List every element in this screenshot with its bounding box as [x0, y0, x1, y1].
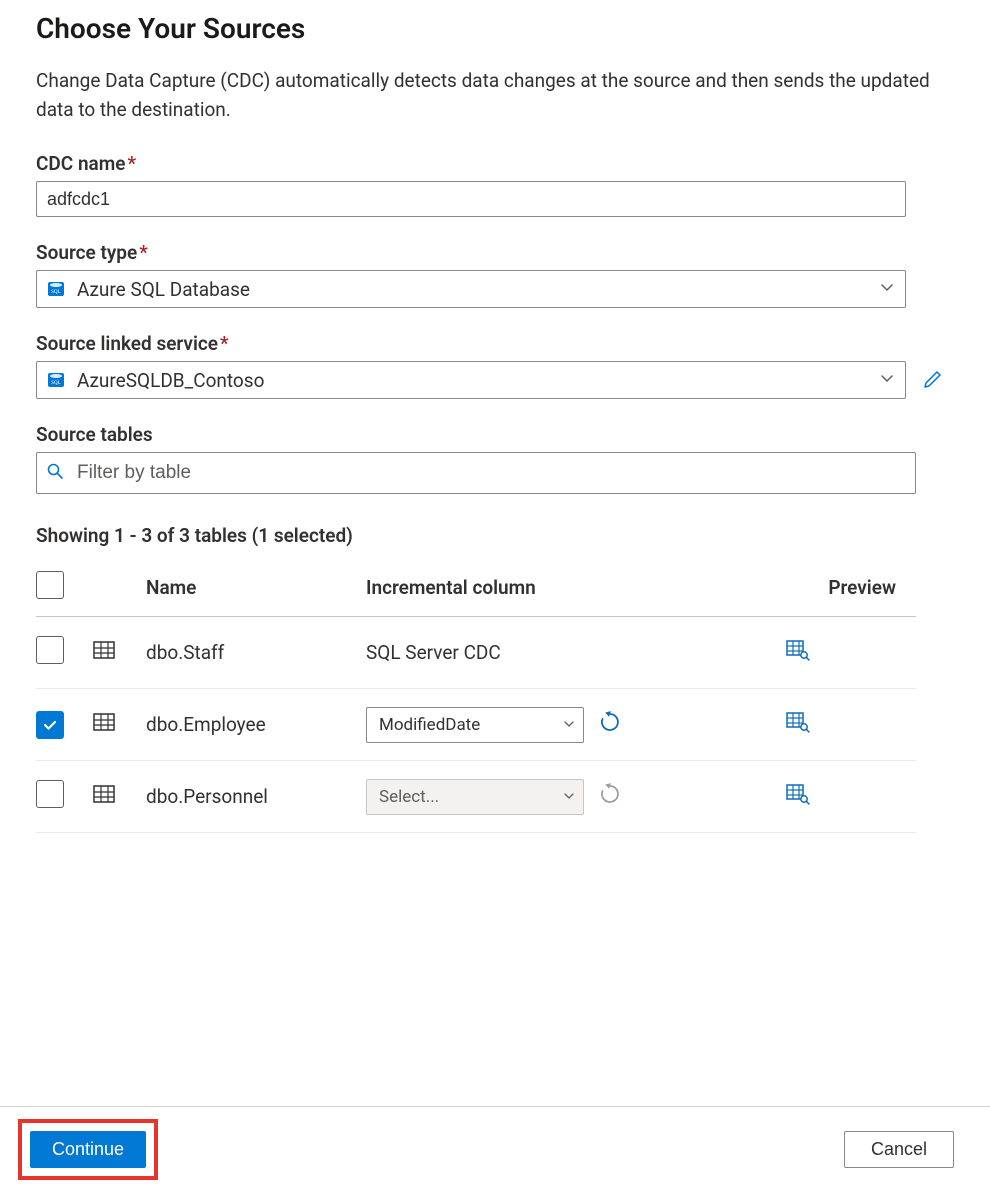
source-linked-select[interactable]: SQL AzureSQLDB_Contoso: [36, 361, 906, 399]
preview-data-icon: [786, 783, 810, 810]
col-header-incremental: Incremental column: [366, 565, 786, 617]
row-checkbox[interactable]: [36, 636, 64, 664]
source-type-label-text: Source type: [36, 241, 137, 264]
row-checkbox[interactable]: [36, 711, 64, 739]
cdc-name-label-text: CDC name: [36, 152, 126, 175]
refresh-button[interactable]: [596, 710, 624, 738]
source-type-select[interactable]: SQL Azure SQL Database: [36, 270, 906, 308]
col-header-preview: Preview: [786, 565, 916, 617]
refresh-icon: [599, 711, 621, 738]
refresh-button: [596, 782, 624, 810]
source-tables-grid: Name Incremental column Preview dbo.Staf…: [36, 565, 916, 833]
table-icon: [92, 716, 116, 739]
continue-highlight: Continue: [18, 1119, 158, 1180]
table-summary: Showing 1 - 3 of 3 tables (1 selected): [36, 524, 954, 547]
source-linked-label: Source linked service*: [36, 332, 954, 355]
source-tables-label: Source tables: [36, 423, 954, 446]
cdc-name-input[interactable]: [36, 181, 906, 217]
select-all-checkbox[interactable]: [36, 571, 64, 599]
cancel-button[interactable]: Cancel: [844, 1131, 954, 1168]
preview-button[interactable]: [786, 711, 810, 738]
filter-input[interactable]: [36, 452, 916, 494]
table-icon: [92, 788, 116, 811]
row-name: dbo.Personnel: [146, 761, 366, 833]
table-row: dbo.Employee ModifiedDate: [36, 689, 916, 761]
row-name: dbo.Staff: [146, 617, 366, 689]
continue-button[interactable]: Continue: [30, 1131, 146, 1168]
cdc-name-label: CDC name*: [36, 152, 954, 175]
source-type-label: Source type*: [36, 241, 954, 264]
edit-linked-service-button[interactable]: [920, 366, 948, 394]
row-name: dbo.Employee: [146, 689, 366, 761]
required-asterisk: *: [139, 241, 148, 264]
sql-database-icon: SQL: [47, 371, 65, 389]
preview-data-icon: [786, 711, 810, 738]
required-asterisk: *: [128, 152, 137, 175]
pencil-icon: [923, 367, 945, 393]
sql-database-icon: SQL: [47, 280, 65, 298]
col-header-name: Name: [146, 565, 366, 617]
chevron-down-icon: [563, 787, 575, 807]
svg-text:SQL: SQL: [51, 381, 60, 386]
preview-button[interactable]: [786, 639, 810, 666]
footer-bar: Continue Cancel: [0, 1106, 990, 1192]
incremental-select-value: Select...: [379, 787, 439, 807]
refresh-icon: [599, 783, 621, 810]
source-type-value: Azure SQL Database: [77, 278, 250, 301]
svg-text:SQL: SQL: [51, 290, 60, 295]
row-checkbox[interactable]: [36, 780, 64, 808]
search-icon: [46, 462, 64, 484]
incremental-select: Select...: [366, 779, 584, 815]
chevron-down-icon: [563, 715, 575, 735]
page-title: Choose Your Sources: [36, 12, 954, 45]
table-icon: [92, 644, 116, 667]
table-row: dbo.Personnel Select...: [36, 761, 916, 833]
table-row: dbo.StaffSQL Server CDC: [36, 617, 916, 689]
preview-data-icon: [786, 639, 810, 666]
incremental-text: SQL Server CDC: [366, 641, 501, 664]
page-description: Change Data Capture (CDC) automatically …: [36, 67, 954, 124]
incremental-select[interactable]: ModifiedDate: [366, 707, 584, 743]
preview-button[interactable]: [786, 783, 810, 810]
source-linked-value: AzureSQLDB_Contoso: [77, 369, 264, 392]
incremental-select-value: ModifiedDate: [379, 715, 480, 735]
source-linked-label-text: Source linked service: [36, 332, 218, 355]
required-asterisk: *: [220, 332, 229, 355]
